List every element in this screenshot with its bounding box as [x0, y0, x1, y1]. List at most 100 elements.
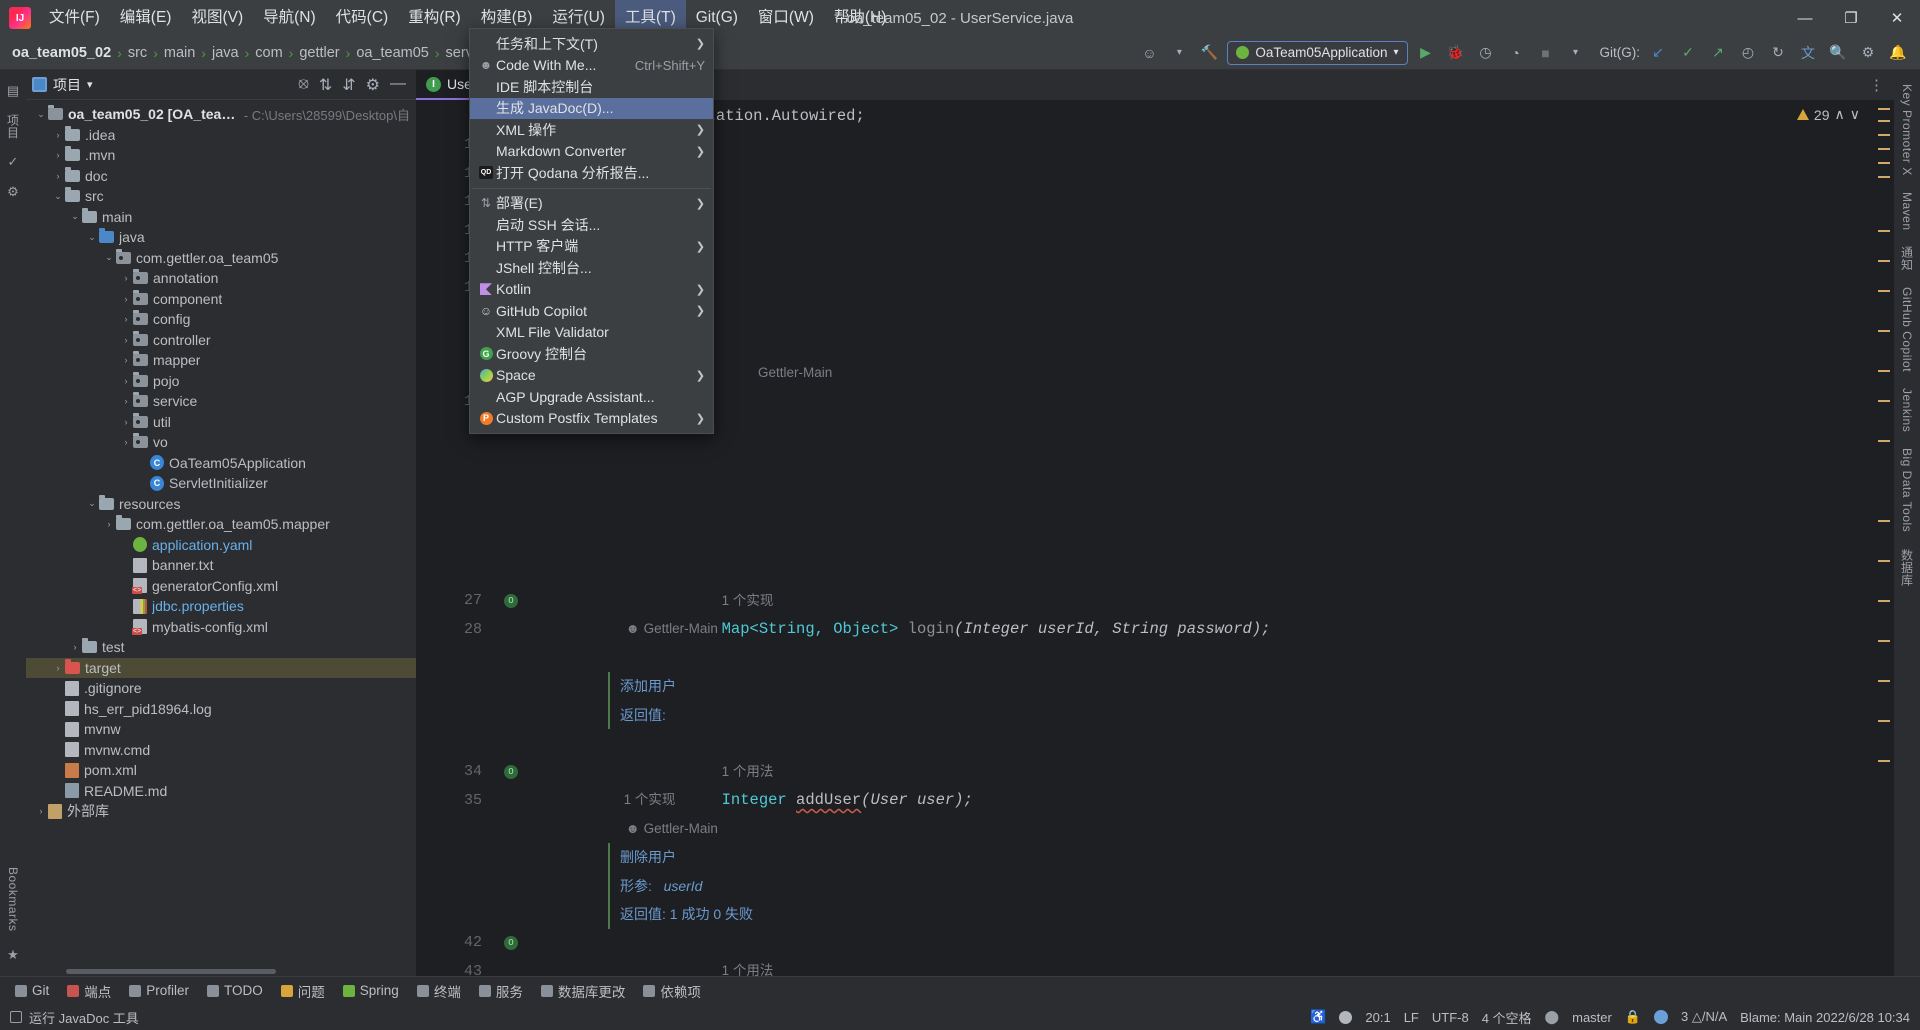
project-tool-icon[interactable]: ▤: [7, 76, 19, 106]
prev-problem-icon[interactable]: ∧: [1835, 106, 1845, 123]
git-update-icon[interactable]: ↙: [1646, 41, 1670, 65]
tree-node[interactable]: › util: [26, 412, 416, 433]
tree-node[interactable]: › vo: [26, 432, 416, 453]
tool-window-1[interactable]: 端点: [60, 980, 118, 1002]
error-stripe-mark[interactable]: [1878, 162, 1890, 164]
project-horizontal-scrollbar[interactable]: [26, 967, 416, 976]
tools-menu-item-16[interactable]: Space ❯: [470, 365, 713, 387]
status-right[interactable]: ♿ 20:1 LF UTF-8 4 个空格 ⬤ master 🔒 3 △/N/A…: [1310, 1008, 1910, 1027]
scroll-from-source-icon[interactable]: ⦻: [298, 75, 309, 95]
chevron-down-icon[interactable]: ▾: [87, 78, 93, 91]
chevron-icon[interactable]: ⌄: [34, 109, 48, 120]
progress-icon[interactable]: [1339, 1010, 1353, 1024]
git-history-icon[interactable]: ◴: [1736, 41, 1760, 65]
tree-node[interactable]: ⌄ main: [26, 207, 416, 228]
left-tool-rail[interactable]: ▤ 项目 ✓ ⚙ Bookmarks ★: [0, 70, 26, 976]
left-rail-bottom[interactable]: Bookmarks ★: [6, 859, 20, 976]
error-stripe-mark[interactable]: [1878, 120, 1890, 122]
chevron-icon[interactable]: ›: [119, 335, 133, 345]
rail-label-key-promoter[interactable]: Key Promoter X: [1900, 76, 1914, 184]
tree-node[interactable]: README.md: [26, 781, 416, 802]
git-commit-icon[interactable]: ✓: [1676, 41, 1700, 65]
tool-window-9[interactable]: 依赖项: [636, 980, 708, 1002]
breadcrumb-item-5[interactable]: gettler: [299, 45, 339, 61]
menu-10[interactable]: 窗口(W): [748, 0, 824, 36]
right-tool-rail[interactable]: Key Promoter X Maven 通知 GitHub Copilot J…: [1894, 70, 1920, 976]
chevron-icon[interactable]: ›: [119, 437, 133, 447]
tools-menu-item-5[interactable]: Markdown Converter ❯: [470, 141, 713, 163]
error-stripe-mark[interactable]: [1878, 290, 1890, 292]
tree-node[interactable]: › .mvn: [26, 145, 416, 166]
error-stripe-mark[interactable]: [1878, 560, 1890, 562]
tools-menu-dropdown[interactable]: 任务和上下文(T) ❯ ☻ Code With Me... Ctrl+Shift+Y ID…: [469, 28, 714, 434]
implementation-hint[interactable]: 1 个实现: [722, 593, 774, 608]
tool-window-6[interactable]: 终端: [410, 980, 468, 1002]
menu-1[interactable]: 编辑(E): [110, 0, 182, 36]
tool-window-3[interactable]: TODO: [200, 980, 270, 1002]
tree-node[interactable]: › test: [26, 637, 416, 658]
editor-error-stripe[interactable]: [1868, 100, 1894, 976]
error-stripe-mark[interactable]: [1878, 148, 1890, 150]
rail-label-project[interactable]: 项目: [5, 106, 22, 147]
tools-menu-item-10[interactable]: HTTP 客户端 ❯: [470, 236, 713, 258]
tools-menu-item-4[interactable]: XML 操作 ❯: [470, 119, 713, 141]
chevron-icon[interactable]: ›: [51, 150, 65, 160]
git-push-icon[interactable]: ↗: [1706, 41, 1730, 65]
lock-icon[interactable]: 🔒: [1625, 1009, 1641, 1025]
tool-window-5[interactable]: Spring: [336, 980, 406, 1002]
error-stripe-mark[interactable]: [1878, 400, 1890, 402]
chevron-icon[interactable]: ›: [51, 130, 65, 140]
next-problem-icon[interactable]: ∨: [1850, 106, 1860, 123]
tools-menu-item-9[interactable]: 启动 SSH 会话...: [470, 214, 713, 236]
error-stripe-mark[interactable]: [1878, 640, 1890, 642]
tools-menu-item-6[interactable]: QD 打开 Qodana 分析报告...: [470, 162, 713, 184]
author-hint[interactable]: ☻ Gettler-Main: [626, 821, 718, 836]
caret-position[interactable]: 20:1: [1365, 1010, 1390, 1025]
rail-label-database[interactable]: 数据库: [1899, 541, 1916, 595]
breadcrumb-item-3[interactable]: java: [212, 45, 239, 61]
file-encoding[interactable]: UTF-8: [1432, 1010, 1469, 1025]
tree-node[interactable]: ⌄ oa_team05_02 [OA_team05] - C:\Users\2859…: [26, 104, 416, 125]
tree-node[interactable]: ⌄ java: [26, 227, 416, 248]
tools-menu-item-12[interactable]: Kotlin ❯: [470, 279, 713, 301]
breadcrumb-item-4[interactable]: com: [255, 45, 282, 61]
rail-label-bookmarks[interactable]: Bookmarks: [6, 859, 20, 940]
stop-button[interactable]: ■: [1534, 41, 1558, 65]
chevron-icon[interactable]: ⌄: [85, 498, 99, 509]
tree-node[interactable]: jdbc.properties: [26, 596, 416, 617]
error-stripe-mark[interactable]: [1878, 134, 1890, 136]
error-stripe-mark[interactable]: [1878, 720, 1890, 722]
collapse-all-icon[interactable]: ⇅: [319, 75, 332, 95]
tool-window-4[interactable]: 问题: [274, 980, 332, 1002]
main-menu-bar[interactable]: 文件(F) 编辑(E) 视图(V) 导航(N) 代码(C) 重构(R) 构建(B) 运行(U)…: [39, 0, 896, 36]
tools-menu-item-11[interactable]: JShell 控制台...: [470, 257, 713, 279]
rail-label-jenkins[interactable]: Jenkins: [1900, 380, 1914, 440]
tool-window-bar[interactable]: Git 端点 Profiler TODO 问题 Spring 终端 服务 数据库更改 依赖项: [0, 976, 1920, 1004]
close-button[interactable]: ✕: [1874, 0, 1920, 36]
error-stripe-mark[interactable]: [1878, 330, 1890, 332]
minimize-button[interactable]: —: [1782, 0, 1828, 36]
tools-menu-item-18[interactable]: P Custom Postfix Templates ❯: [470, 408, 713, 430]
author-hint[interactable]: Gettler-Main: [758, 365, 832, 380]
tree-node[interactable]: ⌄ resources: [26, 494, 416, 515]
error-stripe-mark[interactable]: [1878, 760, 1890, 762]
undo-icon[interactable]: ↻: [1766, 41, 1790, 65]
line-separator[interactable]: LF: [1404, 1010, 1419, 1025]
debug-button[interactable]: 🐞: [1444, 41, 1468, 65]
tools-menu-item-13[interactable]: ☺ GitHub Copilot ❯: [470, 300, 713, 322]
breadcrumb-item-6[interactable]: oa_team05: [356, 45, 429, 61]
tree-node[interactable]: › service: [26, 391, 416, 412]
tree-node[interactable]: › annotation: [26, 268, 416, 289]
tree-node[interactable]: hs_err_pid18964.log: [26, 699, 416, 720]
tree-node[interactable]: generatorConfig.xml: [26, 576, 416, 597]
git-branch-icon[interactable]: ⬤: [1545, 1009, 1560, 1025]
project-tree[interactable]: ⌄ oa_team05_02 [OA_team05] - C:\Users\2859…: [26, 100, 416, 967]
usage-hint[interactable]: 1 个用法: [722, 764, 774, 779]
chevron-icon[interactable]: ›: [119, 314, 133, 324]
account-icon[interactable]: ☺: [1137, 41, 1161, 65]
chevron-icon[interactable]: ›: [68, 642, 82, 652]
error-stripe-mark[interactable]: [1878, 370, 1890, 372]
chevron-icon[interactable]: ›: [119, 417, 133, 427]
rail-label-bigdata[interactable]: Big Data Tools: [1900, 440, 1914, 540]
gear-icon[interactable]: ⚙: [366, 75, 380, 95]
